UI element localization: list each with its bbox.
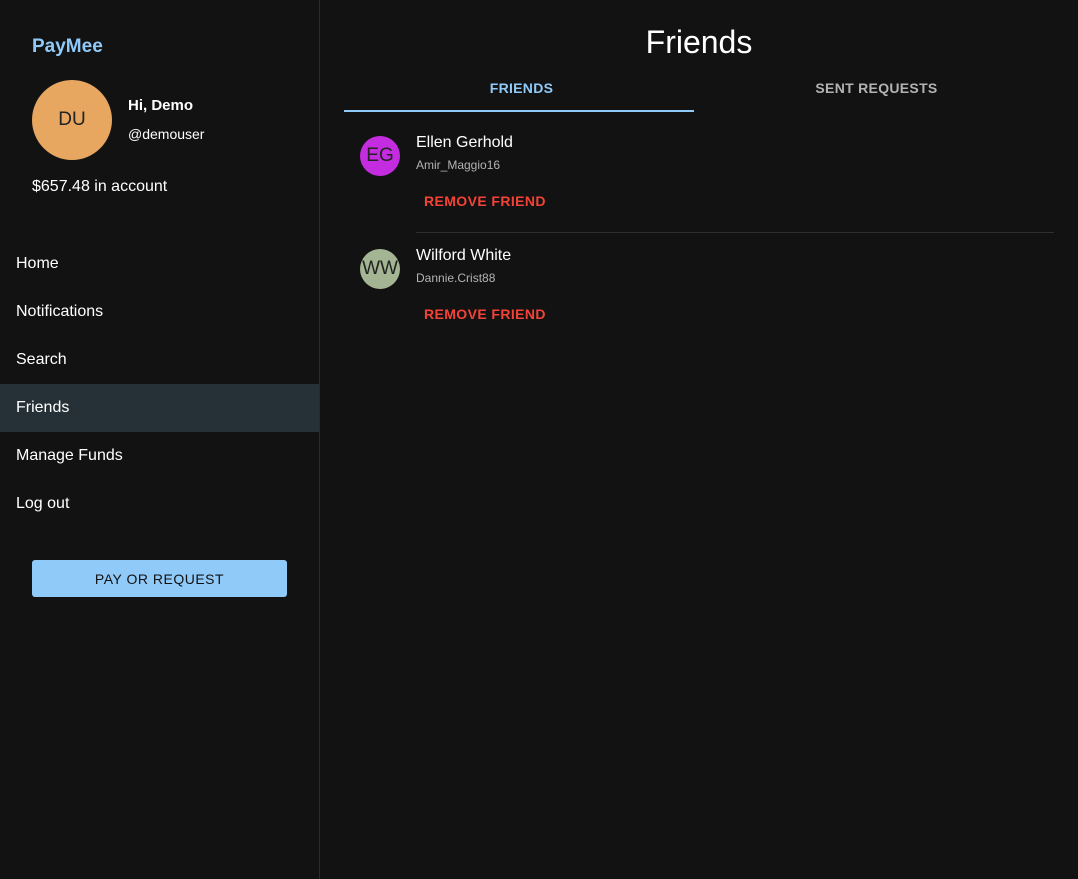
friend-name: Wilford White [416, 247, 512, 264]
app-root: PayMee DU Hi, Demo @demouser $657.48 in … [0, 0, 1078, 879]
avatar-initials: WW [362, 258, 398, 279]
page-title: Friends [645, 24, 753, 60]
avatar: EG [360, 136, 400, 176]
sidebar-item-label: Friends [16, 399, 70, 416]
friend-username: Amir_Maggio16 [416, 158, 501, 172]
friend-list: EG Ellen Gerhold Amir_Maggio16 REMOVE FR… [360, 120, 1054, 346]
sidebar-item-label: Manage Funds [16, 447, 123, 464]
user-greeting: Hi, Demo [128, 97, 194, 114]
user-avatar-initials: DU [58, 109, 86, 130]
main-content: Friends FRIENDS SENT REQUESTS EG Ellen G… [320, 0, 1078, 879]
tab-indicator [344, 110, 694, 112]
tab-bar: FRIENDS SENT REQUESTS [344, 64, 1054, 112]
sidebar-item-label: Notifications [16, 303, 104, 320]
sidebar-item-friends[interactable]: Friends [0, 384, 319, 432]
avatar-initials: EG [366, 145, 394, 166]
brand-logo[interactable]: PayMee [32, 36, 103, 58]
tab-friends[interactable]: FRIENDS [344, 64, 699, 112]
sidebar-nav: Home Notifications Search Friends Manage… [0, 240, 319, 528]
sidebar-item-search[interactable]: Search [0, 336, 319, 384]
sidebar-item-label: Log out [16, 495, 70, 512]
list-item: EG Ellen Gerhold Amir_Maggio16 REMOVE FR… [360, 120, 1054, 233]
remove-friend-button[interactable]: REMOVE FRIEND [416, 186, 554, 216]
avatar: WW [360, 249, 400, 289]
sidebar-item-log-out[interactable]: Log out [0, 480, 319, 528]
remove-friend-button[interactable]: REMOVE FRIEND [416, 299, 554, 329]
sidebar-item-manage-funds[interactable]: Manage Funds [0, 432, 319, 480]
user-avatar: DU [32, 80, 112, 160]
sidebar-item-notifications[interactable]: Notifications [0, 288, 319, 336]
sidebar: PayMee DU Hi, Demo @demouser $657.48 in … [0, 0, 320, 879]
friend-name: Ellen Gerhold [416, 134, 513, 151]
sidebar-item-label: Home [16, 255, 59, 272]
sidebar-item-home[interactable]: Home [0, 240, 319, 288]
account-balance: $657.48 in account [32, 178, 168, 195]
list-item: WW Wilford White Dannie.Crist88 REMOVE F… [360, 233, 1054, 346]
tab-sent-requests[interactable]: SENT REQUESTS [699, 64, 1054, 112]
sidebar-item-label: Search [16, 351, 67, 368]
user-handle: @demouser [128, 126, 205, 142]
friend-username: Dannie.Crist88 [416, 271, 496, 285]
pay-or-request-button[interactable]: PAY OR REQUEST [32, 560, 287, 597]
